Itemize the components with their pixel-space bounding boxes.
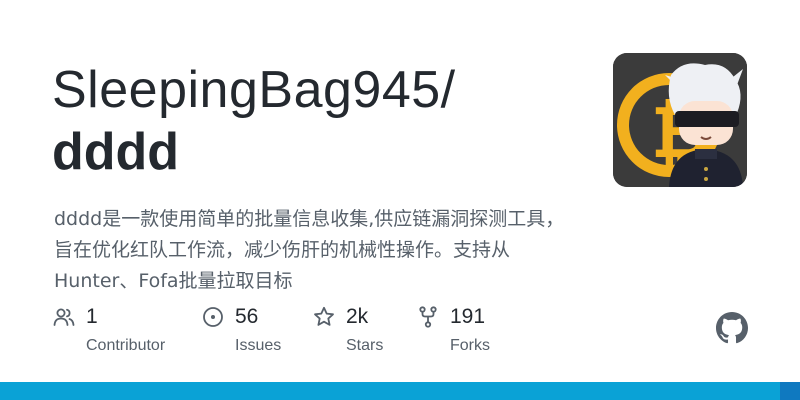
owner-avatar[interactable]: ₿ xyxy=(613,53,747,187)
language-bar xyxy=(0,382,800,400)
stat-label: Forks xyxy=(450,337,490,354)
people-icon xyxy=(53,308,75,326)
repo-owner[interactable]: SleepingBag945/ xyxy=(52,60,456,120)
stat-value: 1 xyxy=(86,305,98,328)
github-mark-icon[interactable] xyxy=(716,312,748,344)
stat-value: 2k xyxy=(346,305,369,328)
stat-label: Stars xyxy=(346,337,384,354)
issue-icon xyxy=(203,307,223,327)
stat-value: 56 xyxy=(235,305,259,328)
star-icon xyxy=(314,306,334,326)
language-bar-segment xyxy=(780,382,800,400)
stat-contributors[interactable]: 1 Contributor xyxy=(52,304,165,355)
stat-value: 191 xyxy=(450,305,486,328)
repo-name[interactable]: dddd xyxy=(52,122,179,182)
fork-icon xyxy=(419,306,437,328)
stat-label: Issues xyxy=(235,337,282,354)
stat-stars[interactable]: 2k Stars xyxy=(312,304,383,355)
stat-label: Contributor xyxy=(86,337,166,354)
stat-issues[interactable]: 56 Issues xyxy=(201,304,281,355)
stat-forks[interactable]: 191 Forks xyxy=(416,304,490,355)
repo-stats: 1 Contributor 56 Issues 2k Stars 191 For… xyxy=(52,304,532,364)
repo-description: dddd是一款使用简单的批量信息收集,供应链漏洞探测工具，旨在优化红队工作流，减… xyxy=(54,208,565,292)
